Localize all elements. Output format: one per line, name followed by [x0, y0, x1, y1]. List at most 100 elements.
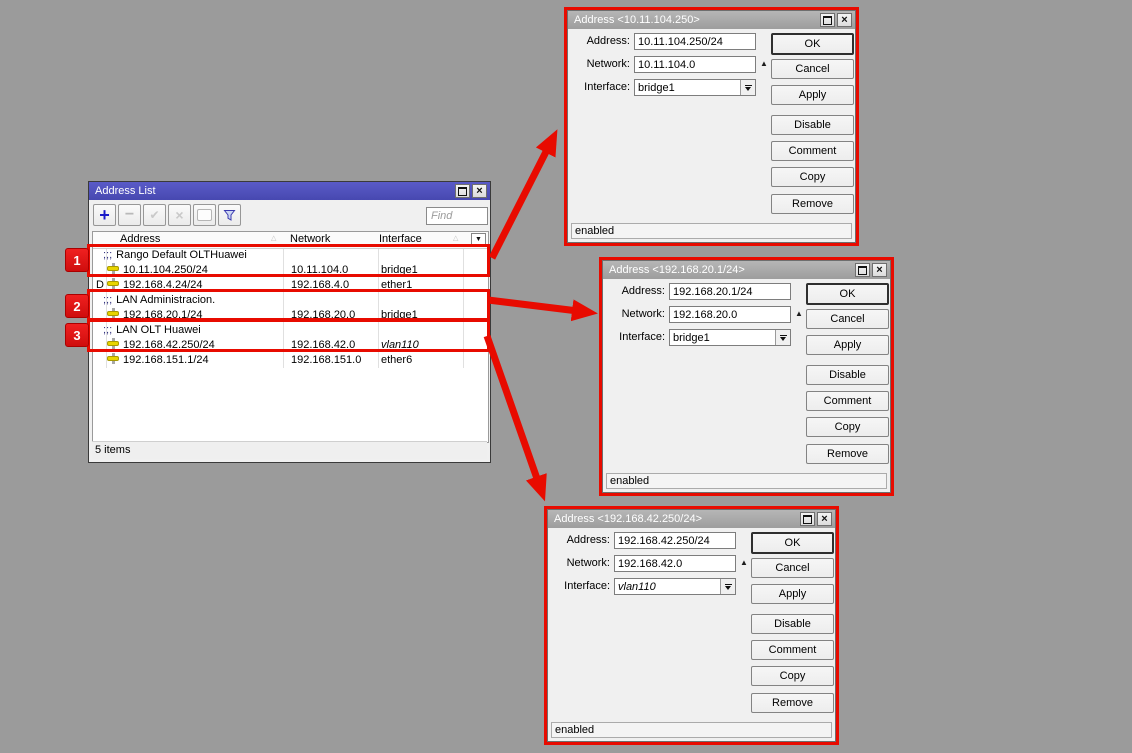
remove-button[interactable]: Remove [751, 693, 834, 713]
maximize-icon[interactable] [455, 184, 470, 198]
collapse-up-icon[interactable]: ▲ [760, 60, 768, 68]
enabled-status: enabled [610, 475, 649, 487]
interface-label: Interface: [548, 578, 610, 595]
column-header-interface[interactable]: Interface [379, 232, 422, 247]
network-field[interactable] [634, 56, 756, 73]
window-title: Address List [95, 185, 453, 197]
apply-button[interactable]: Apply [806, 335, 889, 355]
table-row[interactable]: 192.168.151.1/24 192.168.151.0 ether6 [93, 353, 488, 368]
row-interface: ether1 [381, 278, 412, 293]
comment-button[interactable] [193, 204, 216, 226]
maximize-icon[interactable] [820, 13, 835, 27]
ddbar [780, 335, 787, 336]
copy-button[interactable]: Copy [771, 167, 854, 187]
search-input[interactable] [426, 207, 488, 225]
focus-dotted-line [90, 320, 488, 321]
collapse-up-icon[interactable]: ▲ [795, 310, 803, 318]
ip-address-icon [107, 338, 120, 349]
ddtri [745, 87, 751, 91]
status-bar: enabled [551, 722, 832, 738]
arrow-to-dialog-3 [487, 336, 541, 490]
close-icon[interactable]: × [837, 13, 852, 27]
dropdown-icon[interactable] [740, 80, 755, 95]
remove-button[interactable]: Remove [771, 194, 854, 214]
close-icon[interactable]: × [817, 512, 832, 526]
dropdown-icon[interactable] [775, 330, 790, 345]
row-network: 192.168.42.0 [291, 338, 355, 353]
ok-button[interactable]: OK [751, 532, 834, 554]
comment-prefix: ;;; [103, 249, 112, 261]
column-header-network[interactable]: Network [290, 232, 330, 247]
dialog-title: Address <192.168.20.1/24> [609, 264, 853, 276]
interface-label: Interface: [603, 329, 665, 346]
interface-select[interactable]: vlan110 [614, 578, 736, 595]
comment-button[interactable]: Comment [771, 141, 854, 161]
ip-address-icon [107, 263, 120, 274]
ip-address-icon [107, 278, 120, 289]
minus-icon: − [125, 207, 134, 223]
apply-button[interactable]: Apply [751, 584, 834, 604]
table-row[interactable]: D 192.168.4.24/24 192.168.4.0 ether1 [93, 278, 488, 293]
address-field[interactable] [614, 532, 736, 549]
address-field[interactable] [669, 283, 791, 300]
table-row-comment[interactable]: ;;; LAN Administracion. [93, 293, 488, 308]
table-row[interactable]: 192.168.42.250/24 192.168.42.0 vlan110 [93, 338, 488, 353]
comment-prefix: ;;; [103, 294, 112, 306]
cancel-button[interactable]: Cancel [771, 59, 854, 79]
disable-button[interactable]: Disable [751, 614, 834, 634]
ok-button[interactable]: OK [806, 283, 889, 305]
cancel-button[interactable]: Cancel [806, 309, 889, 329]
row-interface: bridge1 [381, 263, 418, 278]
disable-button[interactable]: Disable [806, 365, 889, 385]
network-field[interactable] [669, 306, 791, 323]
filter-button[interactable] [218, 204, 241, 226]
column-header-address[interactable]: Address [120, 232, 160, 247]
desktop: Address List × + − ✔ × Address △ Network… [0, 0, 1132, 753]
close-icon[interactable]: × [472, 184, 487, 198]
comment-button[interactable]: Comment [751, 640, 834, 660]
table-row-comment[interactable]: ;;;Rango Default OLTHuawei [93, 248, 488, 263]
interface-select[interactable]: bridge1 [669, 329, 791, 346]
disable-button[interactable]: × [168, 204, 191, 226]
remove-button[interactable]: − [118, 204, 141, 226]
dialog-titlebar[interactable]: Address <192.168.20.1/24> × [603, 261, 890, 279]
cancel-button[interactable]: Cancel [751, 558, 834, 578]
interface-select[interactable]: bridge1 [634, 79, 756, 96]
table-row[interactable]: 10.11.104.250/24 10.11.104.0 bridge1 [93, 263, 488, 278]
ok-button[interactable]: OK [771, 33, 854, 55]
close-icon[interactable]: × [872, 263, 887, 277]
copy-button[interactable]: Copy [751, 666, 834, 686]
table-row-comment[interactable]: ;;;LAN OLT Huawei [93, 323, 488, 338]
dialog-titlebar[interactable]: Address <10.11.104.250> × [568, 11, 855, 29]
comment-text: LAN Administracion. [116, 294, 215, 306]
network-field[interactable] [614, 555, 736, 572]
arrow-to-dialog-1 [492, 140, 552, 258]
row-flag: D [96, 278, 104, 293]
row-address: 192.168.42.250/24 [123, 338, 215, 353]
address-list-titlebar[interactable]: Address List × [89, 182, 490, 200]
dialog-title: Address <10.11.104.250> [574, 14, 818, 26]
apply-button[interactable]: Apply [771, 85, 854, 105]
column-dropdown-button[interactable]: ▼ [471, 233, 486, 246]
ip-address-icon [107, 353, 120, 364]
disable-button[interactable]: Disable [771, 115, 854, 135]
remove-button[interactable]: Remove [806, 444, 889, 464]
network-label: Network: [548, 555, 610, 572]
network-label: Network: [568, 56, 630, 73]
maximize-icon[interactable] [855, 263, 870, 277]
enable-button[interactable]: ✔ [143, 204, 166, 226]
copy-button[interactable]: Copy [806, 417, 889, 437]
comment-button[interactable]: Comment [806, 391, 889, 411]
collapse-up-icon[interactable]: ▲ [740, 559, 748, 567]
address-label: Address: [548, 532, 610, 549]
add-button[interactable]: + [93, 204, 116, 226]
address-field[interactable] [634, 33, 756, 50]
dropdown-icon[interactable] [720, 579, 735, 594]
funnel-icon [223, 209, 236, 222]
row-network: 192.168.151.0 [291, 353, 361, 368]
maximize-icon[interactable] [800, 512, 815, 526]
dialog-titlebar[interactable]: Address <192.168.42.250/24> × [548, 510, 835, 528]
annotation-box-dialog-2: Address <192.168.20.1/24> × Address: Net… [599, 257, 894, 496]
sort-icon: △ [453, 235, 458, 242]
check-icon: ✔ [149, 209, 159, 221]
